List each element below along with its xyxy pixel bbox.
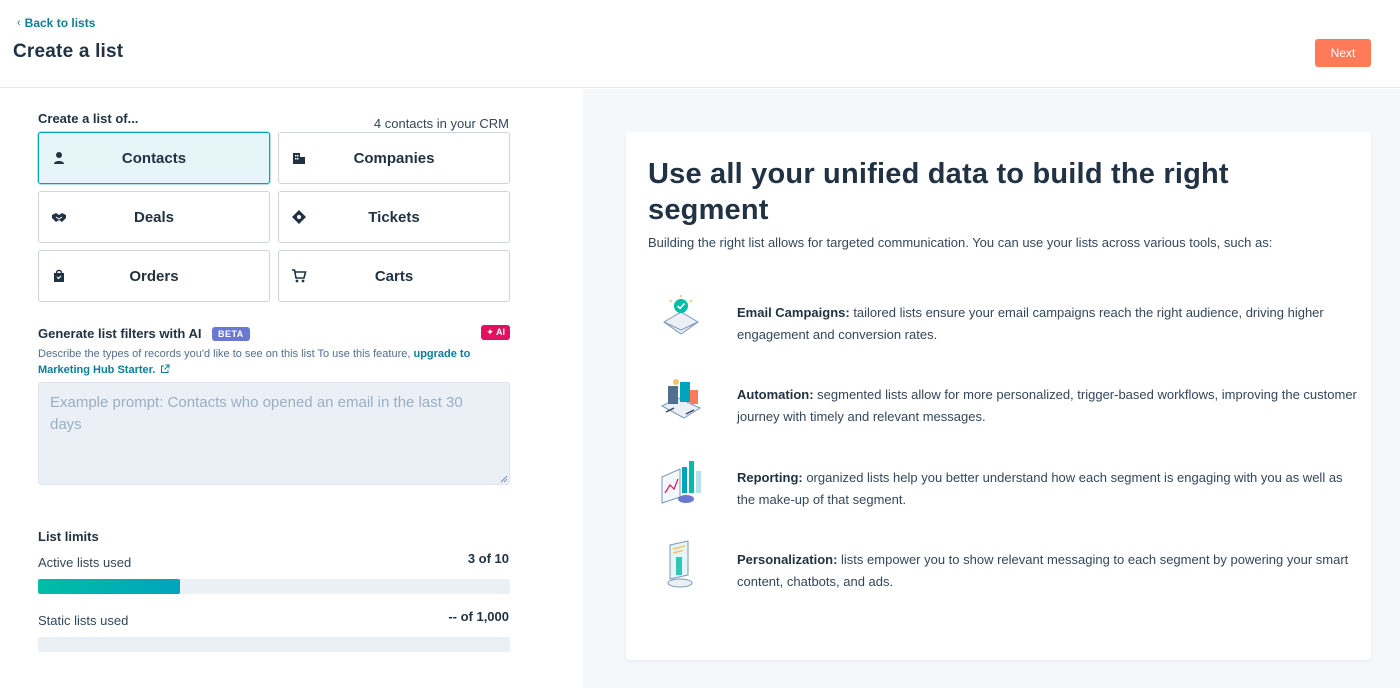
chevron-left-icon: ‹ — [17, 17, 21, 29]
email-campaign-icon — [663, 295, 699, 335]
info-panel: Use all your unified data to build the r… — [583, 89, 1400, 688]
feature-title: Email Campaigns: — [737, 305, 850, 320]
building-icon — [293, 153, 305, 164]
object-card-contacts[interactable]: Contacts — [38, 132, 270, 184]
ai-prompt-textarea[interactable] — [38, 382, 510, 485]
external-link-icon — [161, 364, 170, 373]
object-card-tickets[interactable]: Tickets — [278, 191, 510, 243]
ai-description-text: Describe the types of records you'd like… — [38, 348, 414, 360]
active-lists-label: Active lists used — [38, 555, 132, 570]
ai-filter-title: Generate list filters with AI — [38, 326, 202, 342]
ticket-icon — [292, 210, 306, 224]
info-card-subtitle: Building the right list allows for targe… — [648, 235, 1273, 250]
object-label: Tickets — [368, 208, 420, 226]
back-link-label: Back to lists — [24, 16, 96, 30]
feature-text: Reporting: organized lists help you bett… — [737, 467, 1357, 511]
static-lists-value: -- of 1,000 — [448, 609, 509, 624]
object-card-orders[interactable]: Orders — [38, 250, 270, 302]
ai-filter-description: Describe the types of records you'd like… — [38, 346, 508, 378]
contact-icon — [54, 152, 64, 164]
feature-text: Personalization: lists empower you to sh… — [737, 549, 1357, 593]
object-label: Deals — [133, 208, 175, 226]
feature-title: Automation: — [737, 387, 814, 402]
handshake-icon — [52, 213, 66, 222]
list-config-panel: Create a list of... 4 contacts in your C… — [0, 89, 582, 688]
object-card-deals[interactable]: Deals — [38, 191, 270, 243]
page-title: Create a list — [13, 41, 124, 62]
active-lists-progress-fill — [38, 579, 180, 594]
object-label: Orders — [129, 267, 179, 285]
resize-handle-icon[interactable] — [499, 474, 508, 483]
next-button[interactable]: Next — [1315, 39, 1371, 67]
list-limits-heading: List limits — [38, 529, 99, 544]
info-card-title: Use all your unified data to build the r… — [648, 158, 1229, 226]
static-lists-label: Static lists used — [38, 613, 129, 628]
reporting-icon — [661, 461, 701, 504]
active-lists-progress — [38, 579, 510, 594]
feature-text: Automation: segmented lists allow for mo… — [737, 384, 1357, 428]
object-type-grid: Contacts Companies Deals Tickets Orders … — [38, 132, 510, 302]
active-lists-value: 3 of 10 — [467, 551, 509, 566]
feature-title: Reporting: — [737, 470, 803, 485]
cart-icon — [292, 269, 307, 283]
object-label: Carts — [374, 267, 414, 285]
ai-badge: ✦ AI — [481, 325, 510, 340]
feature-text: Email Campaigns: tailored lists ensure y… — [737, 302, 1357, 346]
page-header: ‹ Back to lists Create a list Next — [0, 0, 1400, 88]
info-card: Use all your unified data to build the r… — [626, 132, 1371, 660]
object-label: Contacts — [121, 149, 187, 167]
feature-description: segmented lists allow for more personali… — [737, 387, 1357, 424]
back-to-lists-link[interactable]: ‹ Back to lists — [17, 16, 95, 30]
crm-contact-count: 4 contacts in your CRM — [373, 116, 509, 131]
personalization-icon — [667, 540, 693, 588]
automation-icon — [660, 379, 702, 419]
shopping-bag-icon — [54, 269, 64, 282]
object-card-companies[interactable]: Companies — [278, 132, 510, 184]
object-type-heading: Create a list of... — [38, 111, 139, 126]
feature-description: organized lists help you better understa… — [737, 470, 1343, 507]
beta-badge: BETA — [211, 326, 250, 341]
static-lists-progress — [38, 637, 510, 652]
object-card-carts[interactable]: Carts — [278, 250, 510, 302]
ai-filter-header: Generate list filters with AI BETA ✦ AI — [38, 325, 510, 343]
object-label: Companies — [353, 149, 435, 167]
feature-title: Personalization: — [737, 552, 838, 567]
